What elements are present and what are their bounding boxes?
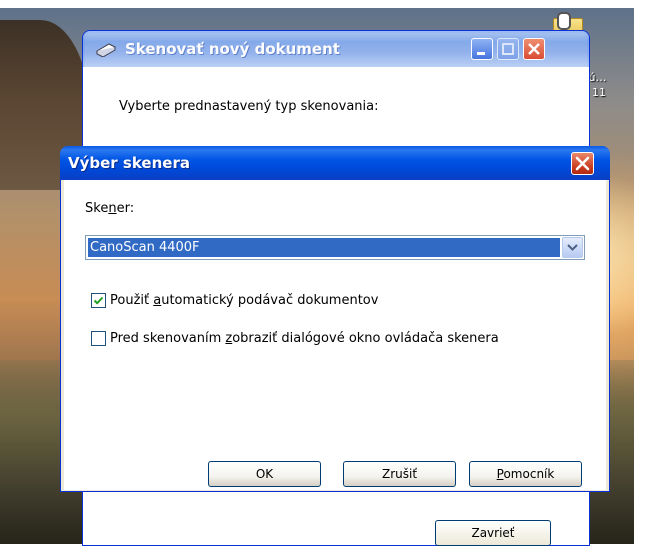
adf-label-accel: a <box>153 293 162 308</box>
top-edge <box>0 0 650 8</box>
close-button[interactable]: Zavrieť <box>435 520 551 546</box>
check-icon <box>93 296 104 305</box>
ok-button[interactable]: OK <box>208 461 321 487</box>
close-icon <box>575 156 590 171</box>
right-edge <box>634 0 650 544</box>
cancel-button[interactable]: Zrušiť <box>343 461 456 487</box>
chevron-down-icon <box>567 244 578 251</box>
scanner-dropdown-value: CanoScan 4400F <box>88 238 560 257</box>
scanner-label-part1: Ske <box>85 201 109 216</box>
help-button-label: omocník <box>503 467 555 481</box>
dialog-titlebar[interactable]: Výber skenera <box>60 146 610 180</box>
adf-checkbox[interactable] <box>91 293 106 308</box>
maximize-button[interactable] <box>497 38 519 60</box>
scanner-label-accel: n <box>108 201 117 216</box>
scanner-dropdown[interactable]: CanoScan 4400F <box>85 235 585 260</box>
adf-checkbox-label: Použiť automatický podávač dokumentov <box>110 293 378 309</box>
minimize-icon <box>477 52 485 55</box>
maximize-icon <box>502 43 514 55</box>
adf-label-part2: utomatický podávač dokumentov <box>161 293 379 308</box>
clip-icon <box>557 12 571 30</box>
dialog-title: Výber skenera <box>68 154 190 172</box>
minimize-button[interactable] <box>471 38 493 60</box>
scan-type-prompt: Vyberte prednastavený typ skenovania: <box>119 99 379 114</box>
scanner-label: Skener: <box>85 201 134 216</box>
driver-dialog-checkbox-label: Pred skenovaním zobraziť dialógové okno … <box>110 331 499 347</box>
driver-label-part1: Pred skenovaním <box>110 331 226 346</box>
scanner-selection-dialog: Výber skenera Skener: CanoScan 4400F Pou… <box>60 146 610 492</box>
adf-label-part1: Použiť <box>110 293 154 308</box>
help-button[interactable]: Pomocník <box>469 461 582 487</box>
scanner-icon <box>95 43 117 57</box>
dialog-close-button[interactable] <box>571 152 594 175</box>
driver-dialog-checkbox[interactable] <box>91 331 106 346</box>
scan-window-title: Skenovať nový dokument <box>125 40 340 58</box>
close-icon <box>528 43 540 55</box>
scanner-label-part2: er: <box>116 201 135 216</box>
scan-window-titlebar[interactable]: Skenovať nový dokument <box>83 31 589 67</box>
scan-window-close-button[interactable] <box>523 38 545 60</box>
driver-label-part2: obraziť dialógové okno ovládača skenera <box>232 331 499 346</box>
dropdown-arrow-button[interactable] <box>562 237 583 258</box>
